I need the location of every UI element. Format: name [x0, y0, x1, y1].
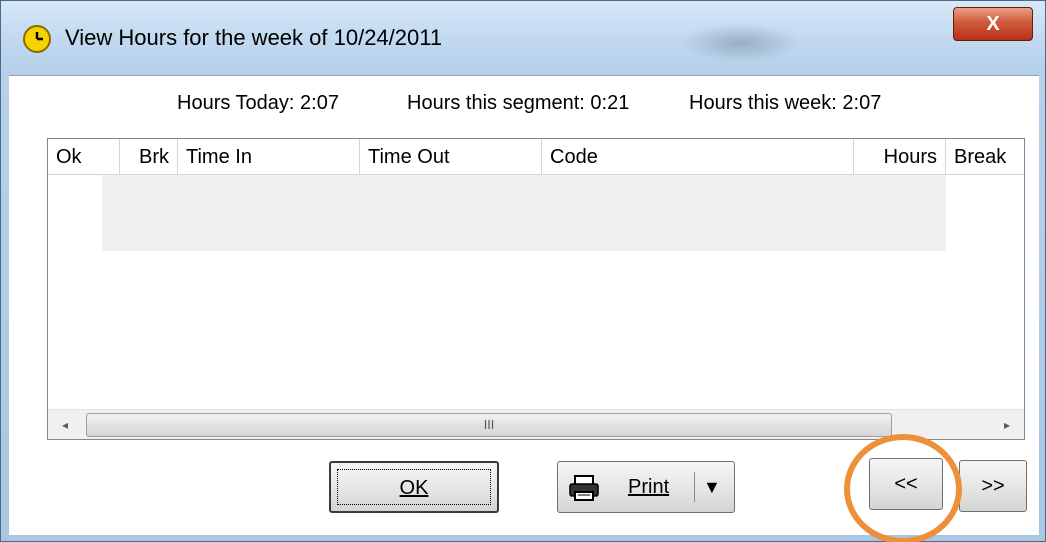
column-header-brk[interactable]: Brk — [120, 139, 178, 175]
column-header-time-out[interactable]: Time Out — [360, 139, 542, 175]
next-week-button[interactable]: >> — [959, 460, 1027, 512]
scroll-left-icon[interactable]: ◂ — [48, 410, 82, 439]
close-button[interactable]: X — [953, 7, 1033, 41]
highlight-annotation-circle — [844, 434, 962, 542]
ok-button[interactable]: OK — [329, 461, 499, 513]
column-header-hours[interactable]: Hours — [854, 139, 946, 175]
column-header-ok[interactable]: Ok — [48, 139, 120, 175]
selected-row-background — [102, 175, 946, 251]
print-button-label: Print — [628, 476, 670, 498]
print-split-divider — [694, 472, 695, 502]
title-bar-decoration — [681, 23, 801, 63]
hours-summary: Hours Today: 2:07 Hours this segment: 0:… — [9, 92, 1039, 122]
view-hours-window: View Hours for the week of 10/24/2011 X … — [0, 0, 1046, 542]
hours-list[interactable]: Ok Brk Time In Time Out Code Hours Break… — [47, 138, 1025, 440]
title-bar[interactable]: View Hours for the week of 10/24/2011 X — [1, 1, 1045, 75]
column-header-time-in[interactable]: Time In — [178, 139, 360, 175]
client-area: Hours Today: 2:07 Hours this segment: 0:… — [9, 75, 1039, 542]
clock-icon — [23, 25, 51, 53]
scroll-thumb[interactable]: III — [86, 413, 892, 437]
scroll-right-icon[interactable]: ▸ — [990, 410, 1024, 439]
print-button[interactable]: Print ▼ — [557, 461, 735, 513]
hours-week-label: Hours this week: 2:07 — [689, 92, 882, 114]
horizontal-scrollbar[interactable]: ◂ III ▸ — [48, 409, 1024, 439]
printer-icon — [569, 475, 599, 501]
ok-button-label: OK — [337, 469, 491, 505]
hours-segment-label: Hours this segment: 0:21 — [407, 92, 630, 114]
column-header-code[interactable]: Code — [542, 139, 854, 175]
window-title: View Hours for the week of 10/24/2011 — [65, 25, 443, 50]
hours-today-label: Hours Today: 2:07 — [177, 92, 339, 114]
list-header: Ok Brk Time In Time Out Code Hours Break — [48, 139, 1024, 175]
chevron-down-icon[interactable]: ▼ — [703, 462, 721, 512]
column-header-break[interactable]: Break — [946, 139, 1024, 175]
